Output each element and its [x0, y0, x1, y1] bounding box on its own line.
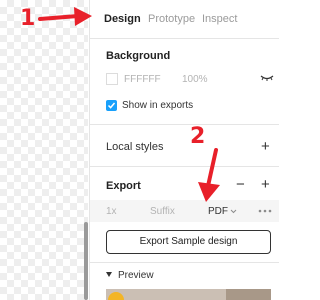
export-button[interactable]: Export Sample design	[106, 230, 271, 254]
more-horizontal-icon[interactable]	[258, 209, 272, 213]
plus-icon[interactable]: +	[261, 139, 270, 154]
background-title: Background	[106, 50, 171, 62]
show-in-exports-checkbox[interactable]	[106, 100, 117, 111]
plus-icon[interactable]: +	[261, 177, 270, 192]
annotation-arrow-2	[198, 148, 220, 202]
section-divider	[90, 124, 279, 125]
section-divider	[90, 262, 279, 263]
export-format-select[interactable]: PDF	[208, 206, 228, 217]
tab-prototype[interactable]: Prototype	[148, 13, 195, 25]
annotation-number-2: 2	[190, 124, 206, 149]
tab-inspect[interactable]: Inspect	[202, 13, 237, 25]
tab-design[interactable]: Design	[104, 13, 141, 25]
preview-image	[106, 289, 271, 300]
annotation-number-1: 1	[20, 6, 36, 31]
chevron-down-icon[interactable]	[230, 209, 237, 214]
export-suffix-input[interactable]: Suffix	[150, 206, 175, 217]
panel-tabs: Design Prototype Inspect	[90, 0, 279, 39]
show-in-exports-label: Show in exports	[122, 100, 194, 111]
export-title: Export	[106, 180, 141, 192]
background-color-swatch[interactable]	[106, 73, 118, 85]
check-icon	[107, 102, 116, 109]
background-opacity-input[interactable]: 100%	[182, 74, 208, 85]
properties-panel: Design Prototype Inspect Background FFFF…	[89, 0, 279, 300]
minus-icon[interactable]: −	[236, 177, 245, 192]
export-scale-select[interactable]: 1x	[106, 206, 117, 217]
annotation-arrow-1	[38, 7, 92, 26]
local-styles-title: Local styles	[106, 141, 164, 153]
eye-hidden-icon[interactable]	[260, 73, 274, 83]
background-hex-input[interactable]: FFFFFF	[124, 74, 161, 85]
canvas-area	[0, 0, 88, 300]
triangle-down-icon[interactable]	[106, 272, 112, 277]
canvas-scrollbar[interactable]	[84, 222, 88, 300]
preview-toggle[interactable]: Preview	[118, 270, 154, 281]
export-setting-row: 1x Suffix PDF	[90, 200, 279, 222]
section-divider	[90, 166, 279, 167]
